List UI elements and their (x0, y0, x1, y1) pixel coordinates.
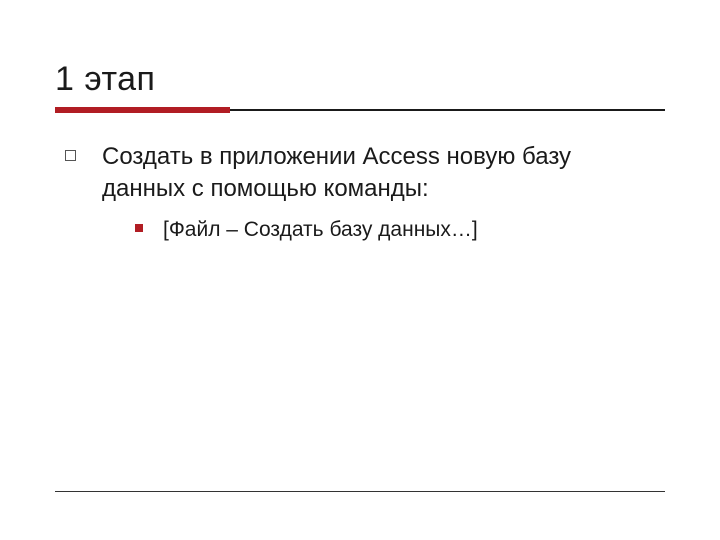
sub-list-item-text: [Файл – Создать базу данных…] (163, 216, 478, 243)
square-filled-bullet-icon (135, 224, 143, 232)
slide-body: Создать в приложении Access новую базу д… (55, 141, 665, 243)
title-underline (55, 107, 665, 113)
sub-list-item: [Файл – Создать базу данных…] (135, 216, 665, 243)
square-bullet-icon (65, 150, 76, 161)
accent-bar (55, 107, 230, 113)
footer-rule (55, 491, 665, 492)
list-item-text: Создать в приложении Access новую базу д… (102, 141, 632, 206)
list-item: Создать в приложении Access новую базу д… (65, 141, 665, 206)
slide-title: 1 этап (55, 60, 665, 99)
thin-rule (230, 107, 665, 113)
slide: 1 этап Создать в приложении Access новую… (0, 0, 720, 540)
